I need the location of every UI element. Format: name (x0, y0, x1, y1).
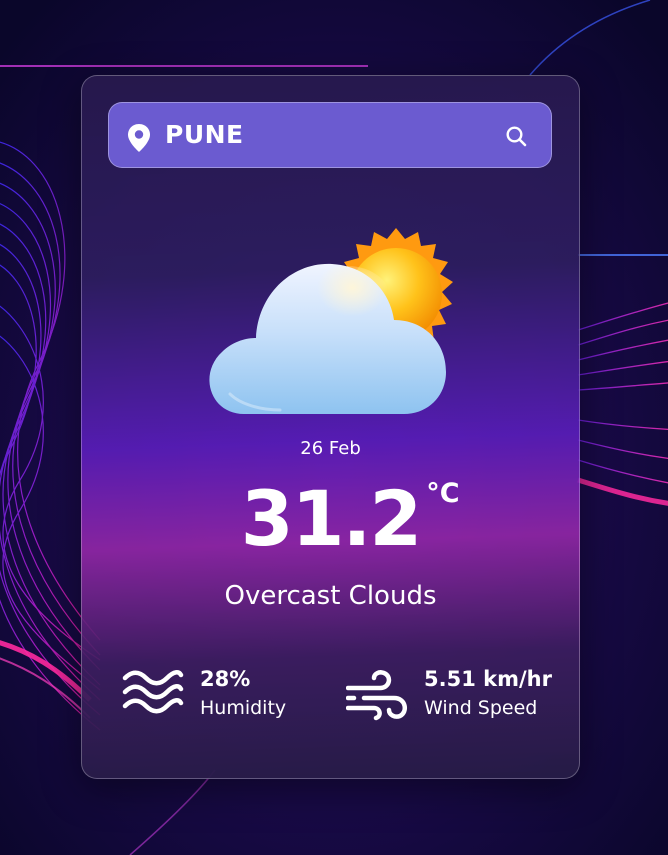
partly-cloudy-sun-icon (209, 228, 453, 414)
temperature-unit: °C (426, 478, 460, 509)
city-search-input[interactable] (163, 119, 487, 150)
search-bar (108, 102, 552, 168)
location-pin-icon (128, 124, 150, 152)
wind-icon (346, 670, 408, 721)
humidity-label: Humidity (200, 697, 287, 719)
humidity-stat: 28% Humidity (122, 666, 286, 724)
wind-stat: 5.51 km/hr Wind Speed (346, 666, 552, 724)
waves-icon (122, 670, 184, 714)
humidity-value: 28% (200, 667, 251, 691)
wind-value: 5.51 km/hr (424, 667, 552, 691)
temperature-value: 31.2 °C (241, 479, 460, 557)
temperature-display: 31.2 °C (82, 479, 579, 557)
date-label: 26 Feb (300, 438, 361, 459)
wind-label: Wind Speed (424, 697, 538, 719)
search-icon[interactable] (505, 125, 527, 147)
temperature-number: 31.2 (240, 474, 423, 563)
weather-card: 26 Feb 31.2°C Overcast Clouds 28% Humidi… (81, 75, 580, 779)
condition-label: Overcast Clouds (224, 581, 437, 611)
